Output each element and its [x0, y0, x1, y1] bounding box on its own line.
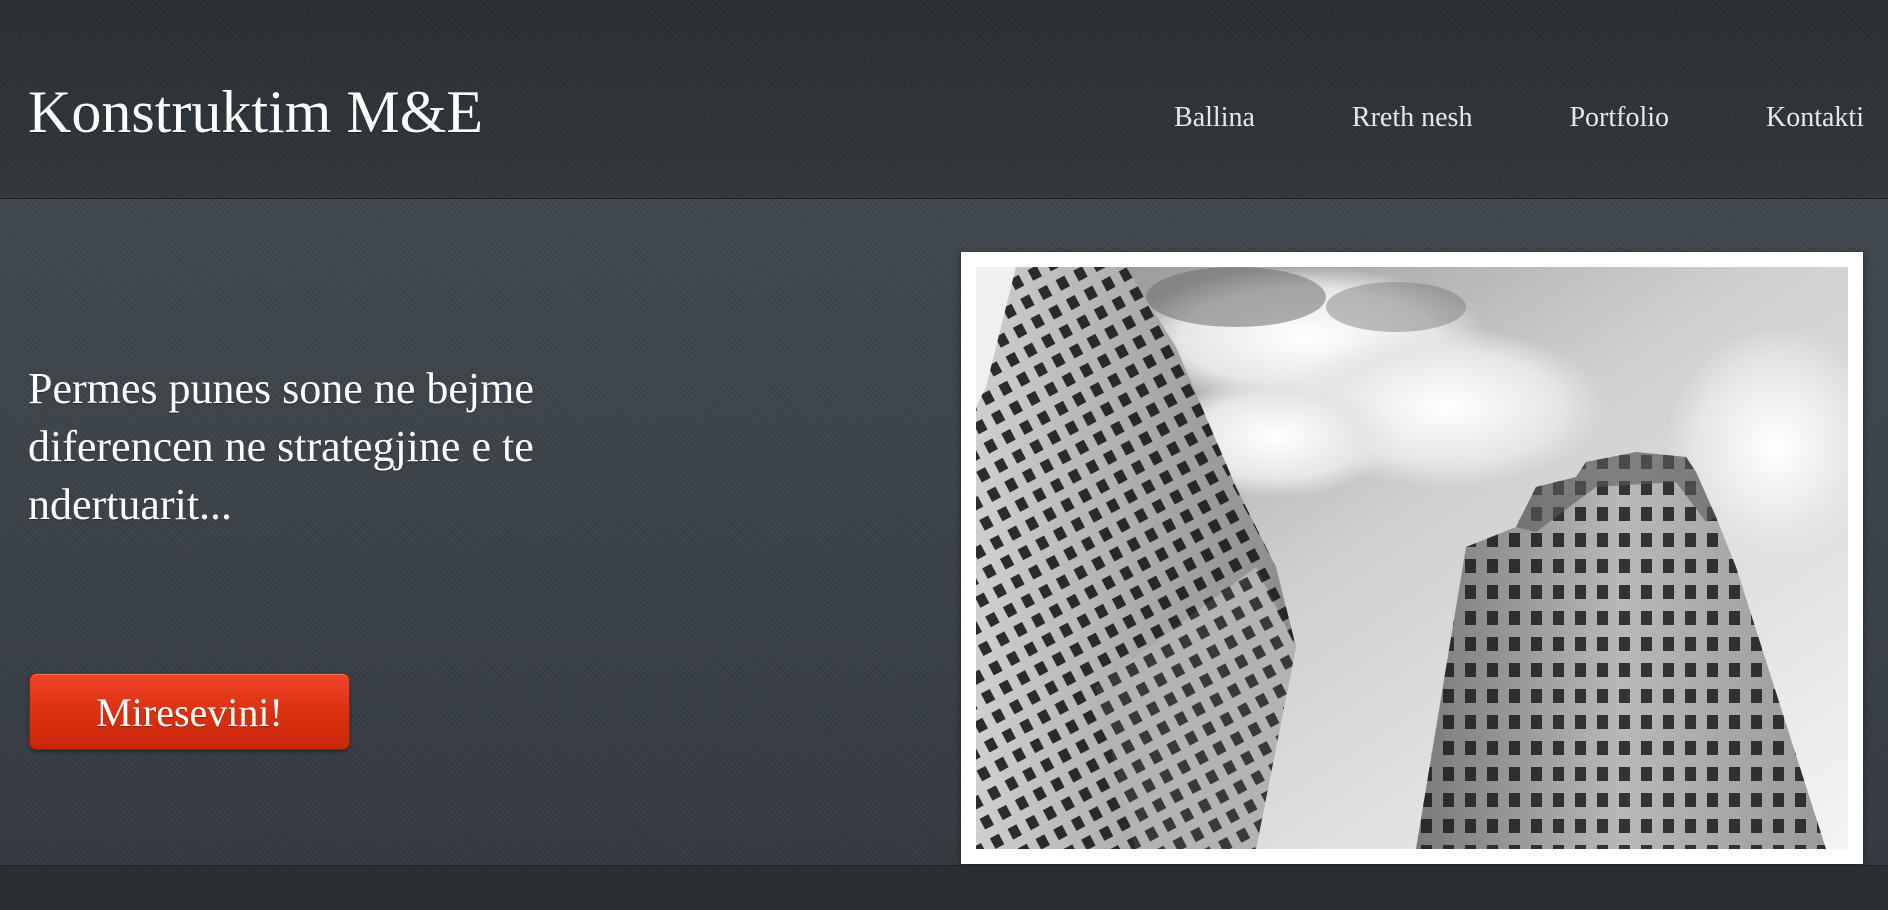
hero-photo-buildings [976, 267, 1848, 849]
hero-photo-frame [961, 252, 1863, 864]
nav-item-kontakti[interactable]: Kontakti [1766, 104, 1864, 132]
nav-item-portfolio[interactable]: Portfolio [1569, 104, 1669, 132]
nav-item-rreth-nesh[interactable]: Rreth nesh [1352, 104, 1473, 132]
main-nav: Ballina Rreth nesh Portfolio Kontakti [1174, 104, 1864, 132]
hero-tagline: Permes punes sone ne bejme diferencen ne… [28, 364, 534, 529]
welcome-button[interactable]: Miresevini! [29, 673, 350, 750]
footer-band [0, 865, 1888, 910]
site-header: Konstruktim M&E Ballina Rreth nesh Portf… [0, 0, 1888, 199]
page: Konstruktim M&E Ballina Rreth nesh Portf… [0, 0, 1888, 910]
site-logo[interactable]: Konstruktim M&E [28, 82, 483, 142]
nav-item-ballina[interactable]: Ballina [1174, 104, 1255, 132]
